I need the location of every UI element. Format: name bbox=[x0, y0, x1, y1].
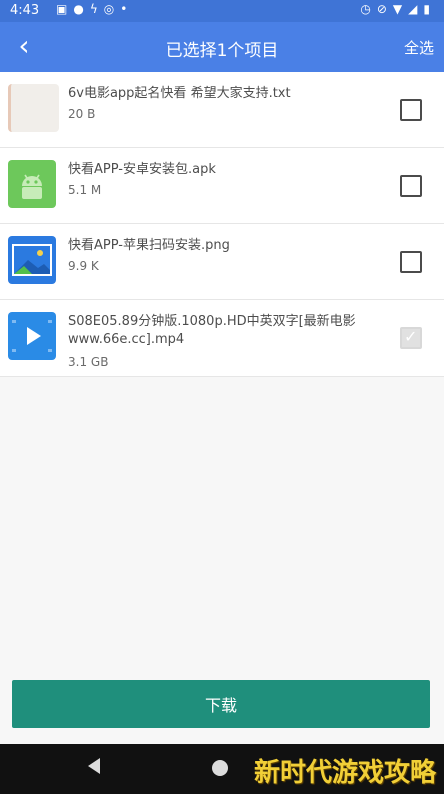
no-sound-icon: ⊘ bbox=[376, 2, 393, 16]
battery-icon: ▮ bbox=[423, 2, 436, 16]
video-file-icon bbox=[8, 312, 56, 360]
image-icon: ▣ bbox=[56, 2, 74, 16]
status-time: 4:43 bbox=[10, 3, 40, 18]
file-checkbox[interactable] bbox=[400, 251, 422, 273]
file-row-png[interactable]: 快看APP-苹果扫码安装.png 9.9 K bbox=[0, 224, 444, 300]
file-size: 5.1 M bbox=[68, 183, 102, 197]
select-all-button[interactable]: 全选 bbox=[404, 37, 434, 58]
file-name: S08E05.89分钟版.1080p.HD中英双字[最新电影www.66e.cc… bbox=[68, 314, 356, 347]
file-list: 6v电影app起名快看 希望大家支持.txt 20 B 快看APP-安卓安装包.… bbox=[0, 72, 444, 377]
file-name: 快看APP-安卓安装包.apk bbox=[68, 162, 216, 177]
file-checkbox[interactable] bbox=[400, 175, 422, 197]
android-apk-icon bbox=[8, 160, 56, 208]
download-label: 下载 bbox=[204, 696, 237, 715]
file-size: 3.1 GB bbox=[68, 355, 109, 369]
signal-icon: ◢ bbox=[408, 2, 424, 16]
file-row-mp4[interactable]: S08E05.89分钟版.1080p.HD中英双字[最新电影www.66e.cc… bbox=[0, 300, 444, 377]
status-right-icons: ◷⊘▼◢▮ bbox=[360, 2, 436, 16]
file-checkbox-checked[interactable] bbox=[400, 327, 422, 349]
text-file-icon bbox=[8, 84, 59, 132]
wifi-icon: ▼ bbox=[392, 2, 409, 16]
file-name: 快看APP-苹果扫码安装.png bbox=[68, 238, 230, 253]
dot-icon: • bbox=[120, 2, 134, 16]
nav-home-icon[interactable] bbox=[212, 760, 228, 776]
file-checkbox[interactable] bbox=[400, 99, 422, 121]
download-button[interactable]: 下载 bbox=[12, 680, 430, 728]
file-name: 6v电影app起名快看 希望大家支持.txt bbox=[68, 86, 291, 101]
nav-back-icon[interactable] bbox=[88, 758, 100, 774]
image-file-icon bbox=[8, 236, 56, 284]
page-title: 已选择1个项目 bbox=[165, 41, 279, 61]
file-size: 20 B bbox=[68, 107, 96, 121]
alarm-icon: ◷ bbox=[360, 2, 377, 16]
file-size: 9.9 K bbox=[68, 259, 99, 273]
chat-icon: ● bbox=[73, 2, 90, 16]
watermark: 新时代游戏攻略 bbox=[253, 758, 436, 788]
status-bar: 4:43 ▣●ϟ◎• ◷⊘▼◢▮ bbox=[0, 0, 444, 22]
app-bar: ‹ 已选择1个项目 全选 bbox=[0, 22, 444, 72]
bolt-icon: ϟ bbox=[89, 2, 104, 16]
file-row-apk[interactable]: 快看APP-安卓安装包.apk 5.1 M bbox=[0, 148, 444, 224]
file-row-txt[interactable]: 6v电影app起名快看 希望大家支持.txt 20 B bbox=[0, 72, 444, 148]
status-left-icons: ▣●ϟ◎• bbox=[56, 2, 133, 16]
location-icon: ◎ bbox=[103, 2, 121, 16]
